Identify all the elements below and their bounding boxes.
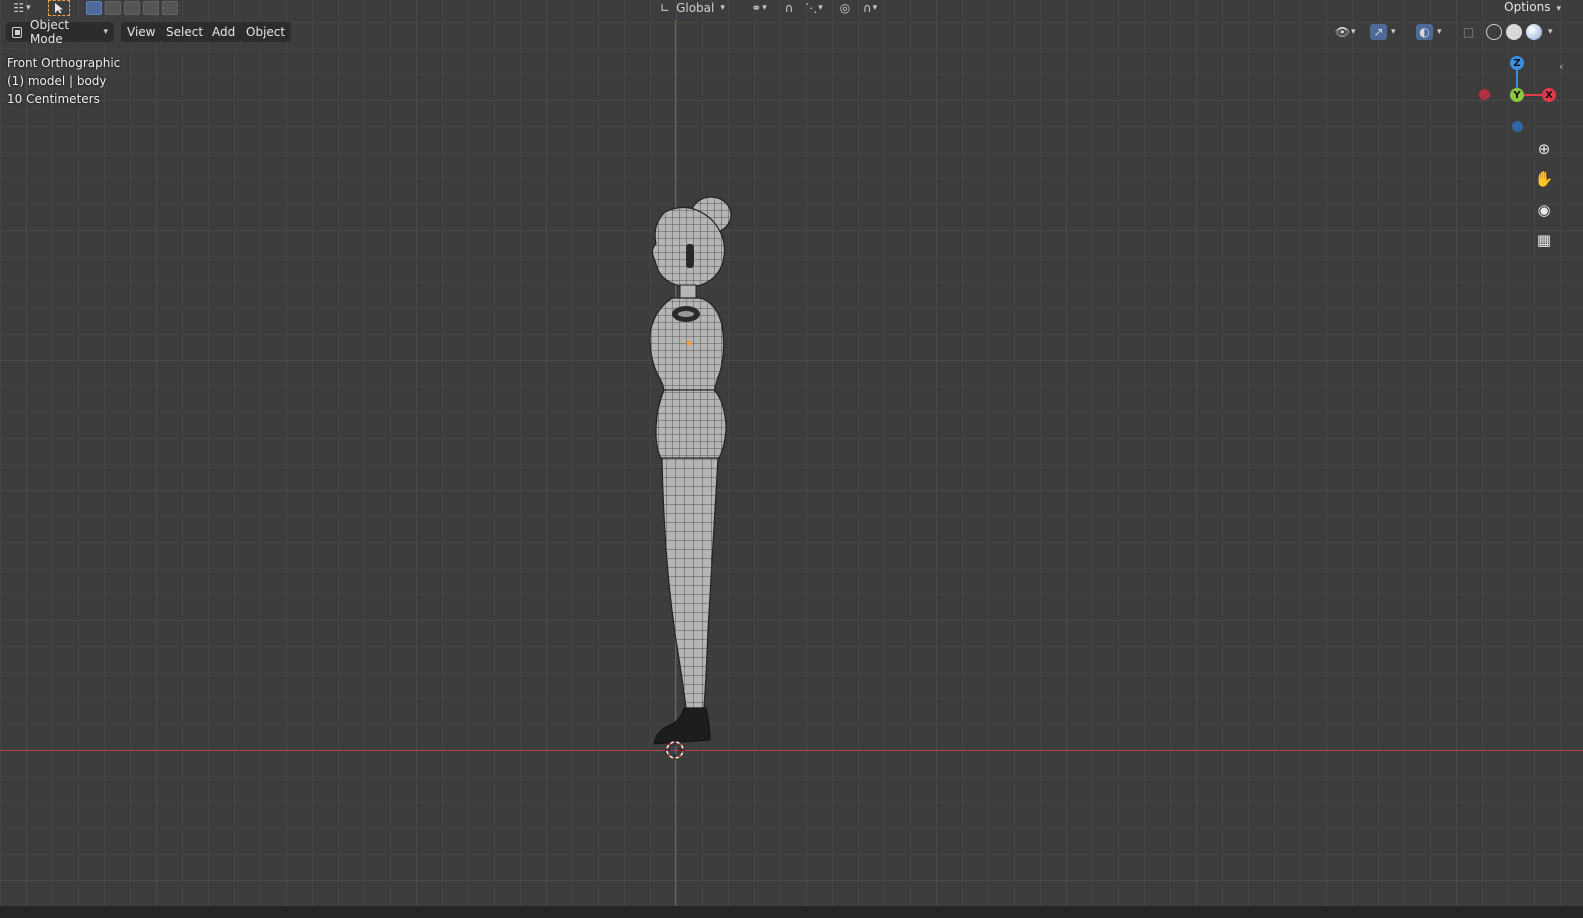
object-menu[interactable]: Object	[240, 22, 292, 42]
orientation-icon: ∟	[660, 1, 671, 15]
bottom-strip	[0, 906, 1583, 918]
zoom-button[interactable]: ⊕	[1532, 137, 1556, 161]
object-mode-dropdown[interactable]: Object Mode ▾	[6, 18, 114, 46]
visibility-dropdown[interactable]: 👁	[1334, 24, 1351, 40]
pivot-icon: ⚭	[751, 1, 762, 15]
y-label: Y	[1513, 89, 1521, 101]
x-label: X	[1545, 89, 1553, 101]
neg-z-axis-handle[interactable]	[1512, 121, 1523, 132]
navigation-gizmo[interactable]: Z Y X	[1470, 52, 1570, 142]
xray-toggle[interactable]: □	[1460, 24, 1477, 40]
grid-scale: 10 Centimeters	[7, 92, 100, 106]
add-menu[interactable]: Add	[206, 22, 242, 42]
ear	[686, 244, 694, 268]
transform-orientation-label: Global	[676, 1, 715, 15]
tool-header: ☷ ▾ ∟ Global ▾ ⚭ ▾ ∩ ⋱ ▾ ◎ ∩ ▾ Options ▾	[0, 0, 1583, 17]
view-name: Front Orthographic	[7, 56, 121, 70]
overlay-toggle[interactable]: ◐	[1416, 24, 1433, 40]
select-menu[interactable]: Select	[160, 22, 210, 42]
zoom-in-icon: ⊕	[1537, 140, 1551, 158]
z-axis-handle[interactable]: Z	[1510, 56, 1524, 70]
mode-label: Object Mode	[30, 18, 70, 46]
shoe	[653, 707, 711, 745]
select-tool-button[interactable]	[48, 0, 70, 16]
overlay-icon: ◐	[1419, 25, 1430, 39]
options-dropdown[interactable]: Options ▾	[1504, 0, 1561, 14]
hand-icon: ✋	[1534, 170, 1554, 188]
solid-shading-button[interactable]	[1506, 24, 1522, 40]
viewport-editor-icon: ☷	[13, 1, 25, 15]
options-label: Options	[1504, 0, 1551, 14]
add-menu-label: Add	[212, 25, 236, 39]
magnet-icon: ∩	[784, 1, 794, 15]
material-shading-button[interactable]	[1526, 24, 1542, 40]
select-menu-label: Select	[166, 25, 204, 39]
snap-toggle[interactable]: ∩	[780, 0, 798, 16]
select-mode-subtract[interactable]	[124, 1, 140, 15]
gizmo-toggle[interactable]: ↗	[1370, 24, 1387, 40]
camera-icon: ◉	[1537, 201, 1551, 219]
camera-view-button[interactable]: ◉	[1532, 198, 1556, 222]
object-menu-label: Object	[246, 25, 286, 39]
object-info: (1) model | body	[7, 74, 107, 88]
proportional-icon: ◎	[839, 1, 851, 15]
visibility-group: 👁 ▾	[1334, 24, 1356, 40]
snap-increment-icon: ⋱	[805, 1, 818, 15]
y-axis-handle[interactable]: Y	[1510, 88, 1524, 102]
3d-cursor[interactable]	[665, 740, 685, 760]
x-axis-handle[interactable]: X	[1542, 88, 1556, 102]
select-mode-new[interactable]	[86, 1, 102, 15]
falloff-dropdown[interactable]: ∩ ▾	[856, 0, 884, 16]
object-mode-icon	[12, 26, 23, 38]
pivot-point-dropdown[interactable]: ⚭ ▾	[746, 0, 772, 16]
view-menu-label: View	[127, 25, 156, 39]
gizmo-toggle-group: ↗ ▾	[1370, 23, 1396, 41]
select-cursor-icon	[55, 3, 63, 14]
proportional-editing-toggle[interactable]: ◎	[836, 0, 854, 16]
eye-icon: 👁	[1334, 25, 1351, 39]
falloff-curve-icon: ∩	[862, 1, 872, 15]
viewport-info: Front Orthographic (1) model | body 10 C…	[7, 54, 120, 108]
shading-group: ▾	[1484, 23, 1553, 41]
gizmo-icon: ↗	[1373, 25, 1384, 39]
neg-x-axis-handle[interactable]	[1479, 89, 1490, 100]
wireframe-shading-button[interactable]	[1486, 24, 1502, 40]
overlay-toggle-group: ◐ ▾	[1416, 23, 1442, 41]
snap-target-dropdown[interactable]: ⋱ ▾	[800, 0, 828, 16]
object-origin	[686, 340, 692, 346]
pan-button[interactable]: ✋	[1532, 167, 1556, 191]
view-menu[interactable]: View	[121, 22, 162, 42]
select-mode-extend[interactable]	[105, 1, 121, 15]
xray-group: □	[1460, 23, 1477, 41]
ortho-toggle-button[interactable]: ▦	[1532, 228, 1556, 252]
grid-icon: ▦	[1536, 231, 1552, 249]
shading-dropdown[interactable]: ▾	[1548, 27, 1553, 37]
select-mode-intersect[interactable]	[162, 1, 178, 15]
select-mode-invert[interactable]	[143, 1, 159, 15]
z-label: Z	[1513, 57, 1521, 69]
transform-orientation-dropdown[interactable]: ∟ Global ▾	[660, 0, 738, 16]
editor-type-button[interactable]: ☷ ▾	[8, 0, 36, 16]
xray-icon: □	[1462, 25, 1475, 39]
character-model[interactable]	[0, 0, 1583, 918]
